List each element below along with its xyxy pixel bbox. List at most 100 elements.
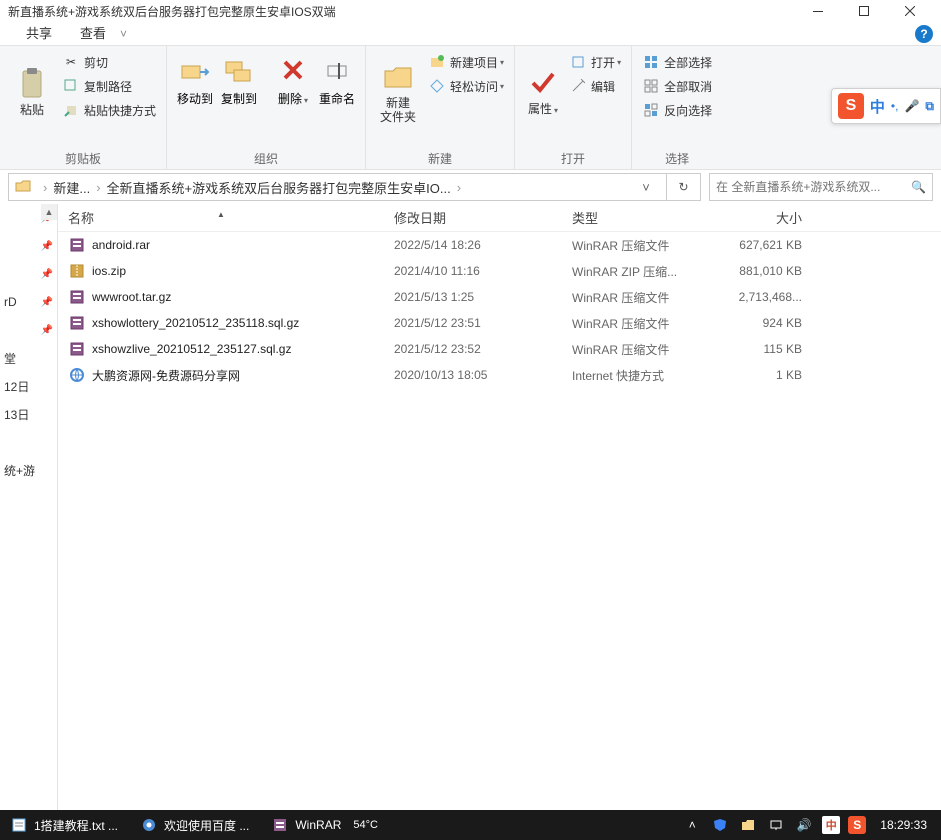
file-type: WinRAR ZIP 压缩... [562, 263, 712, 280]
nav-item[interactable]: rD📌 [0, 288, 57, 316]
ime-menu-icon[interactable]: ⧉ [925, 99, 934, 114]
ime-lang[interactable]: 中 [870, 96, 885, 117]
new-folder-button[interactable]: 新建 文件夹 [372, 50, 424, 130]
invert-selection-button[interactable]: 反向选择 [638, 98, 716, 122]
window-title: 新直播系统+游戏系统双后台服务器打包完整原生安卓IOS双端 [8, 3, 795, 20]
column-date[interactable]: 修改日期 [384, 208, 562, 227]
mic-icon[interactable]: 🎤 [904, 99, 919, 113]
ime-toolbar[interactable]: S 中 •, 🎤 ⧉ [831, 88, 941, 124]
rename-button[interactable]: 重命名 [315, 50, 359, 130]
moveto-button[interactable]: 移动到 [173, 50, 217, 130]
copyto-button[interactable]: 复制到 [217, 50, 261, 130]
titlebar: 新直播系统+游戏系统双后台服务器打包完整原生安卓IOS双端 [0, 0, 941, 22]
column-name[interactable]: ▲名称 [58, 208, 384, 227]
search-icon[interactable]: 🔍 [911, 180, 926, 194]
refresh-button[interactable]: ↻ [667, 173, 701, 201]
file-row[interactable]: android.rar 2022/5/14 18:26 WinRAR 压缩文件 … [58, 232, 941, 258]
chevron-right-icon[interactable]: › [90, 180, 106, 195]
column-size[interactable]: 大小 [712, 208, 812, 227]
search-box[interactable]: 🔍 [709, 173, 933, 201]
file-size: 627,621 KB [712, 238, 812, 252]
history-dropdown[interactable]: ˅ [632, 180, 660, 195]
sogou-icon[interactable]: S [838, 93, 864, 119]
copyto-icon [224, 50, 254, 90]
ribbon-collapse-icon[interactable]: ˅ [120, 27, 127, 41]
volume-icon[interactable]: 🔊 [794, 818, 814, 832]
select-label: 选择 [638, 148, 716, 167]
file-date: 2021/5/13 1:25 [384, 290, 562, 304]
file-row[interactable]: wwwroot.tar.gz 2021/5/13 1:25 WinRAR 压缩文… [58, 284, 941, 310]
easyaccess-icon [428, 77, 446, 95]
ime-punct-icon[interactable]: •, [891, 99, 899, 113]
taskbar-task[interactable]: 1搭建教程.txt ... [0, 810, 128, 840]
file-name: xshowlottery_20210512_235118.sql.gz [92, 316, 299, 330]
tab-view[interactable]: 查看 [66, 22, 120, 46]
nav-item[interactable]: 📌 [0, 260, 57, 288]
file-type: WinRAR 压缩文件 [562, 315, 712, 332]
properties-button[interactable]: 属性▾ [521, 50, 565, 130]
close-button[interactable] [887, 0, 933, 22]
nav-item[interactable]: 堂 [0, 344, 57, 372]
copy-path-button[interactable]: 复制路径 [58, 74, 160, 98]
open-label: 打开 [521, 148, 625, 167]
file-size: 924 KB [712, 316, 812, 330]
cut-button[interactable]: ✂剪切 [58, 50, 160, 74]
clock[interactable]: 18:29:33 [874, 818, 933, 832]
nav-item[interactable]: 13日 [0, 400, 57, 428]
rar-icon [271, 816, 289, 834]
crumb-item[interactable]: 新建... [53, 178, 90, 197]
chevron-right-icon[interactable]: › [451, 180, 467, 195]
paste-shortcut-button[interactable]: 粘贴快捷方式 [58, 98, 160, 122]
nav-item[interactable]: 📌 [0, 316, 57, 344]
search-input[interactable] [716, 180, 911, 194]
taskbar[interactable]: 1搭建教程.txt ...欢迎使用百度 ...WinRAR 54°C ˄ 🔊 中… [0, 810, 941, 840]
taskbar-task[interactable]: WinRAR [261, 810, 351, 840]
file-row[interactable]: xshowzlive_20210512_235127.sql.gz 2021/5… [58, 336, 941, 362]
sogou-tray-icon[interactable]: S [848, 816, 866, 834]
edit-button[interactable]: 编辑 [565, 74, 625, 98]
paste-button[interactable]: 粘贴 [6, 50, 58, 130]
nav-pane[interactable]: ▲ 📌📌📌rD📌📌堂12日13日统+游 [0, 204, 58, 810]
clipboard-icon [19, 63, 45, 103]
new-item-button[interactable]: 新建项目▾ [424, 50, 508, 74]
minimize-button[interactable] [795, 0, 841, 22]
shield-icon[interactable] [710, 818, 730, 832]
tray-overflow-icon[interactable]: ˄ [682, 818, 702, 832]
nav-item[interactable] [0, 428, 57, 456]
crumb-item[interactable]: 全新直播系统+游戏系统双后台服务器打包完整原生安卓IO... [107, 178, 451, 197]
breadcrumb[interactable]: › 新建... › 全新直播系统+游戏系统双后台服务器打包完整原生安卓IO...… [8, 173, 667, 201]
lang-indicator[interactable]: 中 [822, 816, 840, 834]
file-row[interactable]: 大鹏资源网-免费源码分享网 2020/10/13 18:05 Internet … [58, 362, 941, 388]
delete-button[interactable]: 删除▾ [271, 50, 315, 130]
nav-item[interactable]: 统+游 [0, 456, 57, 484]
edit-icon [569, 77, 587, 95]
explorer-tray-icon[interactable] [738, 819, 758, 831]
file-date: 2020/10/13 18:05 [384, 368, 562, 382]
file-row[interactable]: xshowlottery_20210512_235118.sql.gz 2021… [58, 310, 941, 336]
file-date: 2021/5/12 23:51 [384, 316, 562, 330]
nav-item[interactable]: 📌 [0, 232, 57, 260]
file-type: WinRAR 压缩文件 [562, 237, 712, 254]
help-icon[interactable]: ? [915, 25, 933, 43]
network-icon[interactable] [766, 819, 786, 831]
file-row[interactable]: ios.zip 2021/4/10 11:16 WinRAR ZIP 压缩...… [58, 258, 941, 284]
maximize-button[interactable] [841, 0, 887, 22]
nav-scroll-up[interactable]: ▲ [41, 204, 57, 220]
weather-widget[interactable]: 54°C [353, 819, 382, 831]
open-button[interactable]: 打开▾ [565, 50, 625, 74]
invert-icon [642, 101, 660, 119]
nav-item[interactable]: 12日 [0, 372, 57, 400]
browser-icon [140, 816, 158, 834]
tab-share[interactable]: 共享 [12, 22, 66, 46]
rar-icon [68, 314, 86, 332]
column-type[interactable]: 类型 [562, 208, 712, 227]
ribbon-group-open: 属性▾ 打开▾ 编辑 打开 [515, 46, 632, 169]
folder-small-icon [15, 179, 31, 196]
select-none-button[interactable]: 全部取消 [638, 74, 716, 98]
chevron-right-icon[interactable]: › [37, 180, 53, 195]
copypath-icon [62, 77, 80, 95]
select-all-button[interactable]: 全部选择 [638, 50, 716, 74]
taskbar-task[interactable]: 欢迎使用百度 ... [130, 810, 259, 840]
easy-access-button[interactable]: 轻松访问▾ [424, 74, 508, 98]
file-list[interactable]: ▲名称 修改日期 类型 大小 android.rar 2022/5/14 18:… [58, 204, 941, 810]
